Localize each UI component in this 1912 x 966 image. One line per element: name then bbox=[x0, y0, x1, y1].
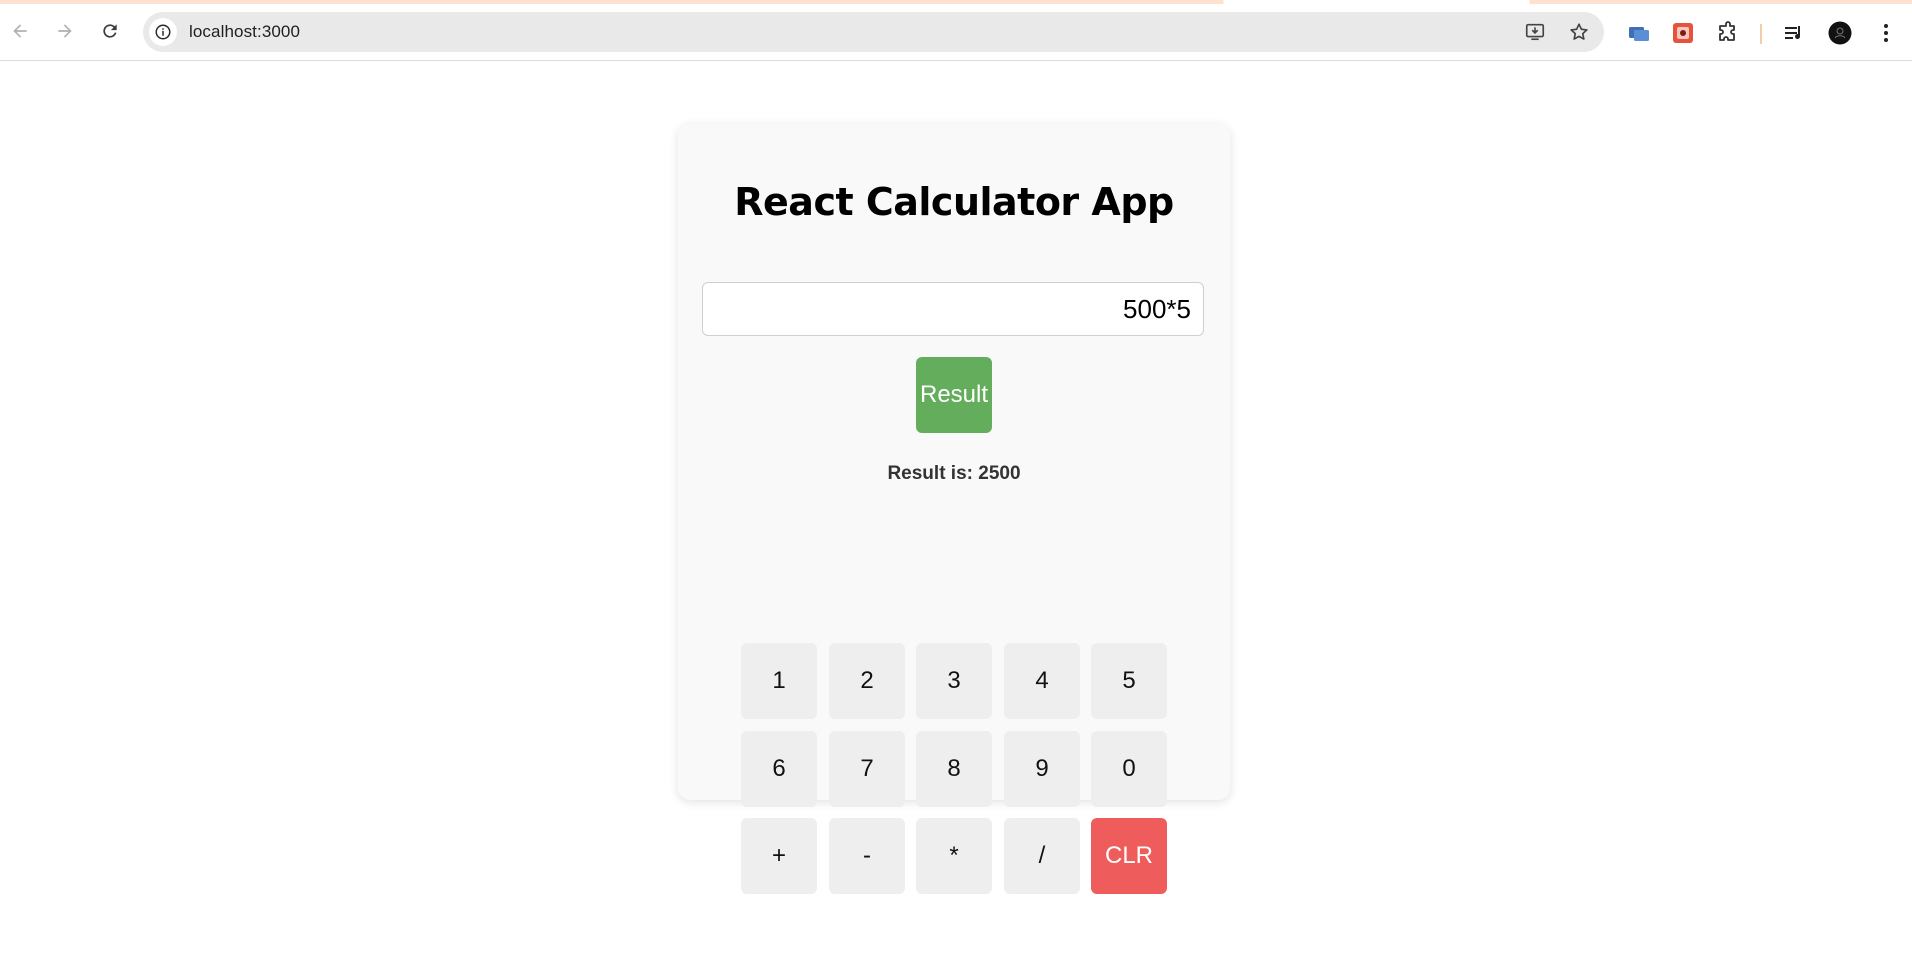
key-plus[interactable]: + bbox=[741, 818, 817, 894]
clear-button[interactable]: CLR bbox=[1091, 818, 1167, 894]
reload-icon bbox=[103, 24, 117, 38]
key-divide[interactable]: / bbox=[1004, 818, 1080, 894]
site-info-button[interactable] bbox=[149, 18, 177, 46]
more-menu-button[interactable] bbox=[1873, 20, 1899, 46]
extension-puzzle-red-icon bbox=[1673, 23, 1693, 43]
key-7[interactable]: 7 bbox=[829, 731, 905, 807]
key-minus[interactable]: - bbox=[829, 818, 905, 894]
media-queue-icon bbox=[1785, 26, 1800, 39]
reload-button[interactable] bbox=[92, 13, 128, 49]
key-4[interactable]: 4 bbox=[1004, 643, 1080, 719]
key-0[interactable]: 0 bbox=[1091, 731, 1167, 807]
back-arrow-icon bbox=[13, 24, 27, 38]
expression-input[interactable] bbox=[702, 282, 1204, 336]
key-9[interactable]: 9 bbox=[1004, 731, 1080, 807]
address-bar[interactable]: localhost:3000 bbox=[143, 12, 1604, 52]
bookmark-button[interactable] bbox=[1567, 20, 1591, 44]
bookmark-star-icon bbox=[1570, 23, 1588, 40]
extensions-puzzle-icon bbox=[1719, 21, 1735, 41]
install-app-icon bbox=[1525, 23, 1545, 41]
key-5[interactable]: 5 bbox=[1091, 643, 1167, 719]
more-menu-icon bbox=[1884, 24, 1888, 42]
profile-button[interactable] bbox=[1827, 20, 1853, 46]
back-button[interactable] bbox=[2, 13, 38, 49]
calculator-card: React Calculator App Result Result is: 2… bbox=[678, 124, 1230, 894]
extension-window-icon bbox=[1629, 27, 1649, 41]
extension-red-button[interactable] bbox=[1670, 20, 1696, 46]
key-6[interactable]: 6 bbox=[741, 731, 817, 807]
forward-arrow-icon bbox=[58, 24, 72, 38]
key-3[interactable]: 3 bbox=[916, 643, 992, 719]
media-queue-button[interactable] bbox=[1781, 20, 1807, 46]
page-title: React Calculator App bbox=[734, 180, 1174, 224]
toolbar-divider bbox=[1760, 24, 1762, 44]
profile-avatar-icon bbox=[1828, 21, 1852, 45]
key-8[interactable]: 8 bbox=[916, 731, 992, 807]
key-2[interactable]: 2 bbox=[829, 643, 905, 719]
browser-toolbar: localhost:3000 bbox=[0, 4, 1912, 61]
key-multiply[interactable]: * bbox=[916, 818, 992, 894]
site-info-icon bbox=[155, 24, 171, 40]
install-app-button[interactable] bbox=[1523, 20, 1547, 44]
key-1[interactable]: 1 bbox=[741, 643, 817, 719]
result-display: Result is: 2500 bbox=[887, 463, 1021, 484]
result-button[interactable]: Result bbox=[916, 357, 992, 433]
url-text[interactable]: localhost:3000 bbox=[189, 22, 300, 42]
extension-window-button[interactable] bbox=[1626, 20, 1652, 46]
forward-button[interactable] bbox=[47, 13, 83, 49]
extensions-button[interactable] bbox=[1715, 20, 1741, 46]
